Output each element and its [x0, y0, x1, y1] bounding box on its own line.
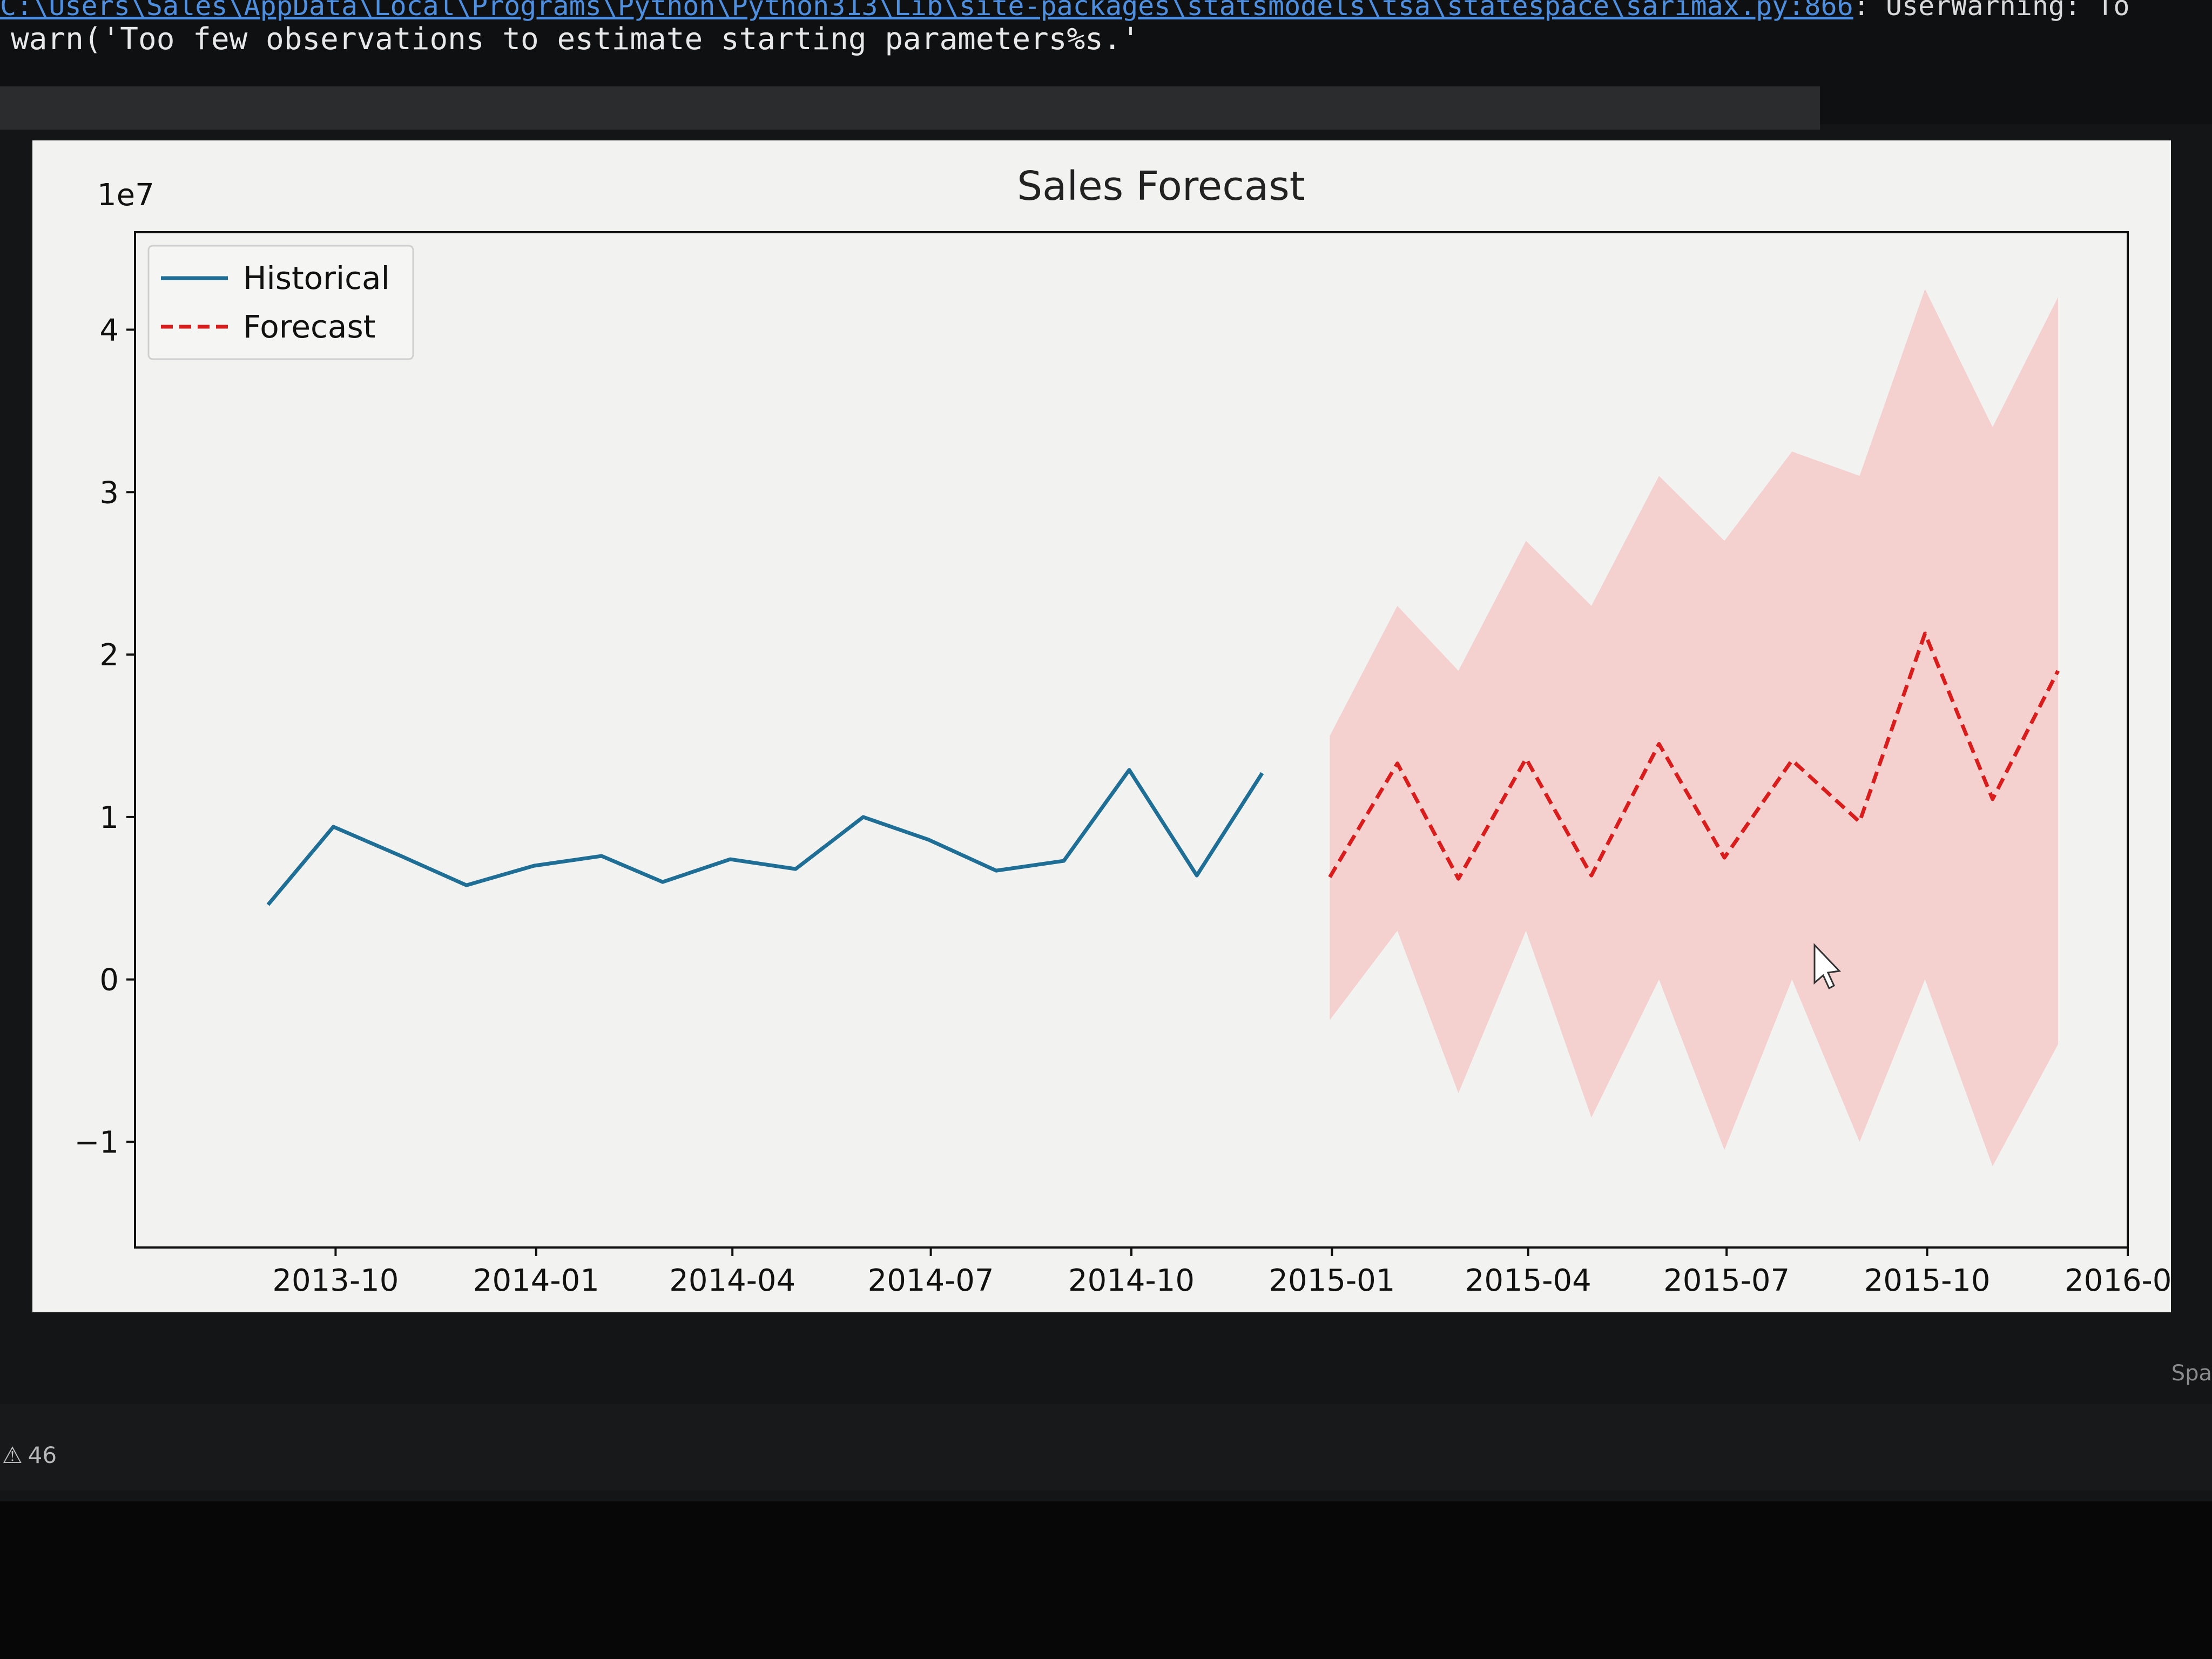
legend-forecast-label: Forecast — [243, 308, 375, 345]
y-axis-ticks: 4 3 2 1 0 −1 — [74, 313, 135, 1160]
warning-icon: ⚠ — [2, 1442, 23, 1468]
y-tick-label: −1 — [74, 1125, 119, 1160]
x-tick-label: 2015-01 — [1269, 1263, 1395, 1298]
matplotlib-figure: 4 3 2 1 0 −1 2013-10 2014-01 2014-04 2014-07 2014… — [32, 140, 2171, 1312]
x-tick-label: 2014-04 — [669, 1263, 795, 1298]
x-tick-label: 2014-10 — [1068, 1263, 1195, 1298]
x-tick-label: 2015-10 — [1864, 1263, 1991, 1298]
y-tick-label: 4 — [99, 313, 119, 348]
confidence-band-layer — [1330, 289, 2058, 1166]
legend-historical-label: Historical — [243, 260, 390, 296]
horizontal-scrollbar[interactable] — [0, 86, 1820, 130]
problems-count: 46 — [28, 1442, 57, 1468]
forecast-confidence-band — [1330, 289, 2058, 1166]
status-bar — [0, 1404, 2212, 1491]
problems-indicator[interactable]: ⚠ 46 — [2, 1442, 57, 1468]
x-tick-label: 2016-01 — [2065, 1263, 2171, 1298]
screen-bezel — [0, 1501, 2212, 1659]
x-tick-label: 2014-07 — [868, 1263, 994, 1298]
file-path-link[interactable]: C:\Users\Sales\AppData\Local\Programs\Py… — [0, 0, 1853, 22]
x-tick-label: 2013-10 — [272, 1263, 399, 1298]
x-axis-ticks: 2013-10 2014-01 2014-04 2014-07 2014-10 2015-… — [272, 1247, 2171, 1298]
y-tick-label: 3 — [99, 475, 119, 510]
status-right-text: Spa — [2171, 1361, 2212, 1386]
x-tick-label: 2015-04 — [1465, 1263, 1591, 1298]
x-tick-label: 2014-01 — [473, 1263, 599, 1298]
user-warning-text: : UserWarning: To — [1853, 0, 2130, 22]
historical-line — [266, 768, 1264, 906]
y-tick-label: 0 — [99, 963, 119, 998]
warn-call-line: warn('Too few observations to estimate s… — [11, 22, 1140, 57]
chart-canvas: 4 3 2 1 0 −1 2013-10 2014-01 2014-04 2014-07 2014… — [74, 163, 2171, 1298]
y-tick-label: 1 — [99, 800, 119, 835]
chart-title: Sales Forecast — [1017, 163, 1305, 210]
x-tick-label: 2015-07 — [1663, 1263, 1790, 1298]
legend: Historical Forecast — [147, 245, 414, 360]
offset-label: 1e7 — [97, 178, 154, 213]
y-tick-label: 2 — [99, 638, 119, 673]
warning-source-line: C:\Users\Sales\AppData\Local\Programs\Py… — [0, 0, 2212, 22]
